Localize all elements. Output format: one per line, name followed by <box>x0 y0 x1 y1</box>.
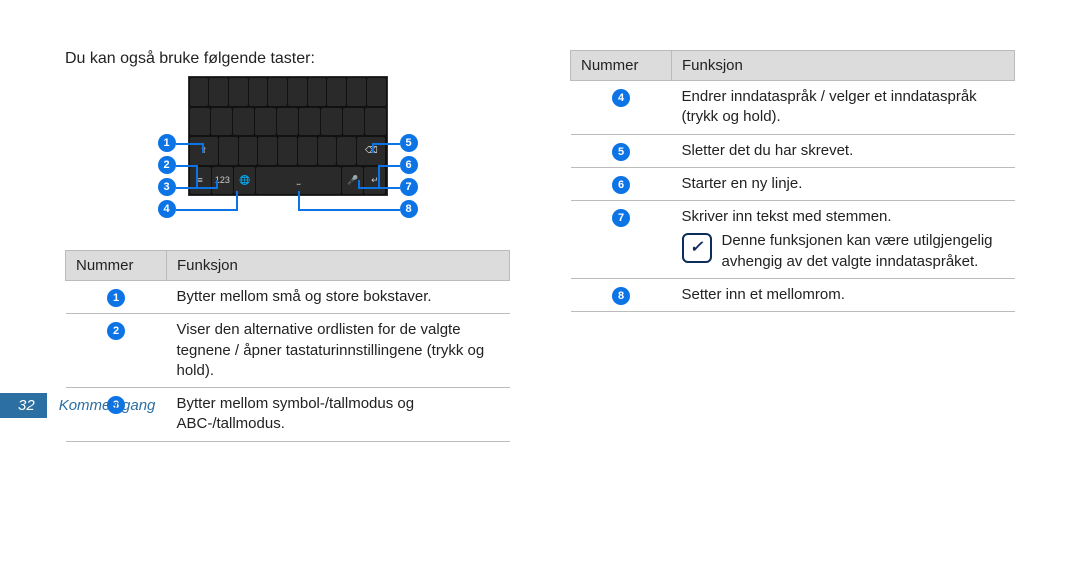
table-row: 4 Endrer inndataspråk / velger et inndat… <box>571 81 1015 135</box>
col-header-function: Funksjon <box>672 51 1015 81</box>
col-header-number: Nummer <box>66 251 167 281</box>
shift-key: ⇧ <box>190 137 218 165</box>
row-badge: 5 <box>612 143 630 161</box>
note-text: Denne funksjonen kan være utilgjengelig … <box>722 231 1005 272</box>
callout-1: 1 <box>158 134 176 152</box>
callout-3: 3 <box>158 178 176 196</box>
row-badge: 6 <box>612 176 630 194</box>
table-row: 5 Sletter det du har skrevet. <box>571 134 1015 167</box>
callout-5: 5 <box>400 134 418 152</box>
col-header-number: Nummer <box>571 51 672 81</box>
row-badge: 4 <box>612 89 630 107</box>
page-number: 32 <box>0 393 47 418</box>
section-title: Komme i gang <box>59 397 156 414</box>
callout-4: 4 <box>158 200 176 218</box>
page-footer: 32 Komme i gang <box>0 393 155 418</box>
callout-7: 7 <box>400 178 418 196</box>
callout-2: 2 <box>158 156 176 174</box>
note-icon: ✓ <box>682 233 712 263</box>
row-badge: 7 <box>612 209 630 227</box>
table-row: 6 Starter en ny linje. <box>571 167 1015 200</box>
callout-6: 6 <box>400 156 418 174</box>
row-text: Bytter mellom små og store bokstaver. <box>167 281 510 314</box>
callout-8: 8 <box>400 200 418 218</box>
table-row: 1 Bytter mellom små og store bokstaver. <box>66 281 510 314</box>
space-key: ⎵ <box>256 167 341 195</box>
alt-key: ≡ <box>190 167 211 195</box>
row-badge: 8 <box>612 287 630 305</box>
row-badge: 1 <box>107 289 125 307</box>
intro-text: Du kan også bruke følgende taster: <box>65 50 510 68</box>
keyboard-illustration: ⇧ ⌫ ≡ 123 🌐 ⎵ 🎤 ↵ 1 <box>65 76 510 226</box>
table-row: 7 Skriver inn tekst med stemmen. ✓ Denne… <box>571 201 1015 279</box>
enter-key: ↵ <box>364 167 385 195</box>
mic-key: 🎤 <box>342 167 363 195</box>
row-text: Bytter mellom symbol-/tallmodus og ABC-/… <box>167 388 510 442</box>
lang-key: 🌐 <box>234 167 255 195</box>
col-header-function: Funksjon <box>167 251 510 281</box>
table-row: 2 Viser den alternative ordlisten for de… <box>66 314 510 388</box>
row-text: Sletter det du har skrevet. <box>672 134 1015 167</box>
row-text: Starter en ny linje. <box>672 167 1015 200</box>
row-text: Setter inn et mellomrom. <box>672 278 1015 311</box>
row-badge: 2 <box>107 322 125 340</box>
row-text: Viser den alternative ordlisten for de v… <box>167 314 510 388</box>
function-table-right: Nummer Funksjon 4 Endrer inndataspråk / … <box>570 50 1015 312</box>
row-text: Endrer inndataspråk / velger et inndatas… <box>672 81 1015 135</box>
table-row: 8 Setter inn et mellomrom. <box>571 278 1015 311</box>
row-text: Skriver inn tekst med stemmen. <box>682 207 1005 227</box>
